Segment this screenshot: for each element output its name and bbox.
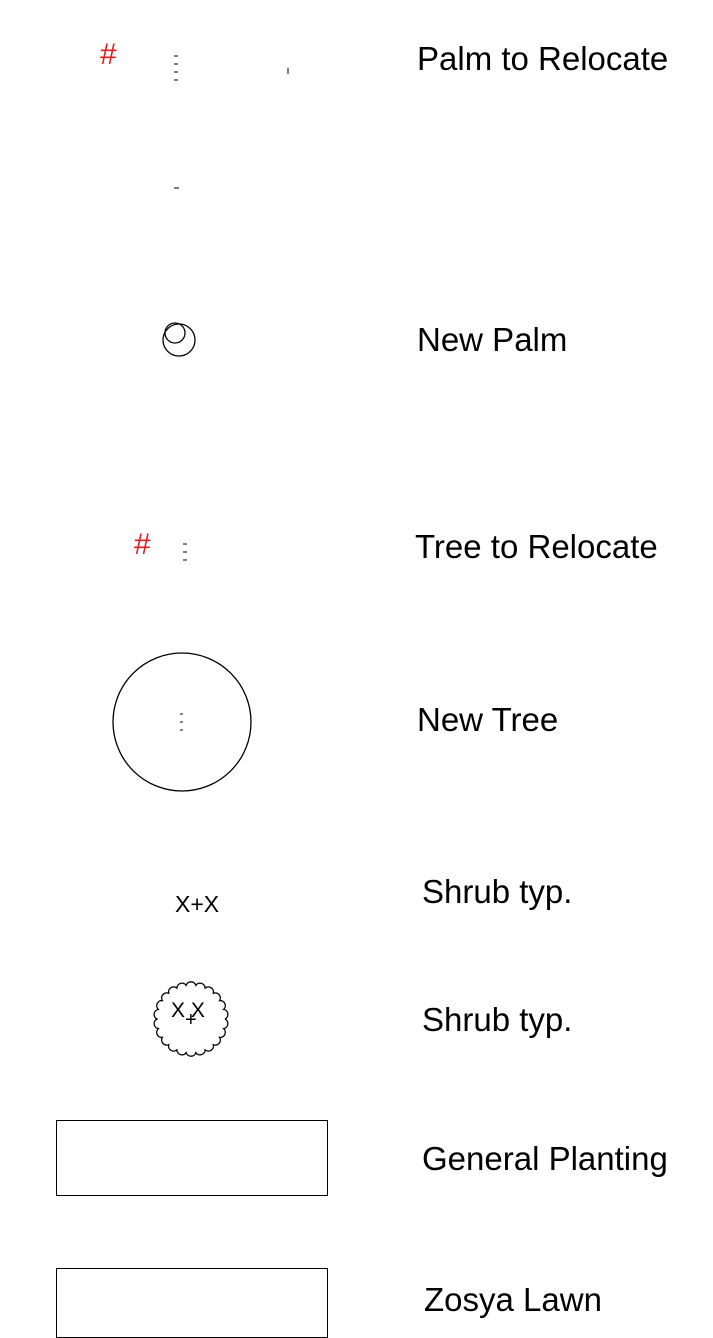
relocate-mark-icon: # <box>134 528 151 561</box>
palm-relocate-ticks-icon <box>174 55 289 189</box>
relocate-mark-icon: # <box>100 38 117 71</box>
legend-label: Palm to Relocate <box>417 40 669 77</box>
tree-relocate-ticks-icon <box>183 543 187 561</box>
legend-label: Zosya Lawn <box>424 1281 602 1318</box>
legend-label: Shrub typ. <box>422 1001 573 1038</box>
shrub-icon: X+X <box>175 891 220 917</box>
legend-label: New Tree <box>417 701 559 738</box>
legend-label: Tree to Relocate <box>415 528 658 565</box>
legend-label: New Palm <box>417 321 568 358</box>
lawn-area-icon <box>56 1268 328 1338</box>
tree-icon <box>112 652 252 792</box>
planting-area-icon <box>56 1120 328 1196</box>
palm-icon <box>162 322 196 357</box>
legend-label: General Planting <box>422 1140 668 1177</box>
plus-icon: + <box>185 1009 197 1031</box>
legend-label: Shrub typ. <box>422 873 573 910</box>
